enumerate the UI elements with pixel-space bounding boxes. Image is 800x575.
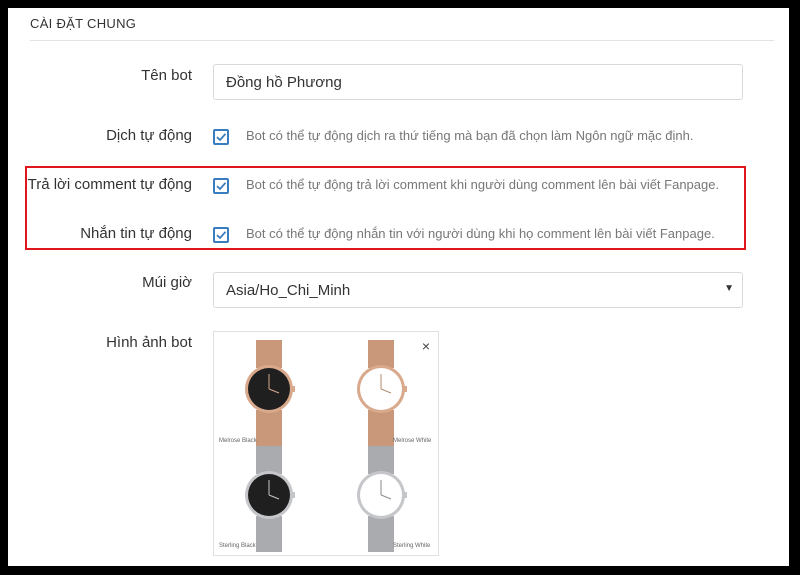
auto-translate-hint: Bot có thể tự động dịch ra thứ tiếng mà … — [246, 128, 694, 143]
check-icon — [216, 133, 227, 142]
settings-panel: CÀI ĐẶT CHUNG Tên bot Dịch tự động Bot c… — [8, 8, 789, 566]
timezone-value: Asia/Ho_Chi_Minh — [226, 282, 351, 299]
dropdown-caret-icon: ▼ — [724, 283, 734, 294]
auto-reply-comment-hint: Bot có thể tự động trả lời comment khi n… — [246, 177, 720, 192]
timezone-label: Múi giờ — [142, 274, 192, 291]
watch-image: Sterling Black — [219, 446, 319, 552]
section-title: CÀI ĐẶT CHUNG — [30, 16, 137, 31]
check-icon — [216, 231, 227, 240]
bot-name-label: Tên bot — [141, 67, 192, 84]
watch-image: Melrose Black — [219, 340, 319, 446]
bot-name-input[interactable] — [213, 64, 743, 100]
bot-image-label: Hình ảnh bot — [106, 334, 192, 351]
check-icon — [216, 182, 227, 191]
auto-message-label: Nhắn tin tự động — [80, 225, 192, 242]
timezone-select[interactable]: Asia/Ho_Chi_Minh ▼ — [213, 272, 743, 308]
auto-reply-comment-checkbox[interactable] — [213, 178, 229, 194]
bot-image-preview[interactable]: × Melrose Black Melrose White Sterling B… — [213, 331, 439, 556]
auto-message-checkbox[interactable] — [213, 227, 229, 243]
auto-translate-checkbox[interactable] — [213, 129, 229, 145]
watch-image: Melrose White — [331, 340, 431, 446]
auto-translate-label: Dịch tự động — [106, 127, 192, 144]
auto-message-hint: Bot có thể tự động nhắn tin với người dù… — [246, 226, 715, 241]
auto-reply-comment-label: Trả lời comment tự động — [27, 176, 192, 193]
divider — [30, 40, 774, 41]
watch-image: Sterling White — [331, 446, 431, 552]
